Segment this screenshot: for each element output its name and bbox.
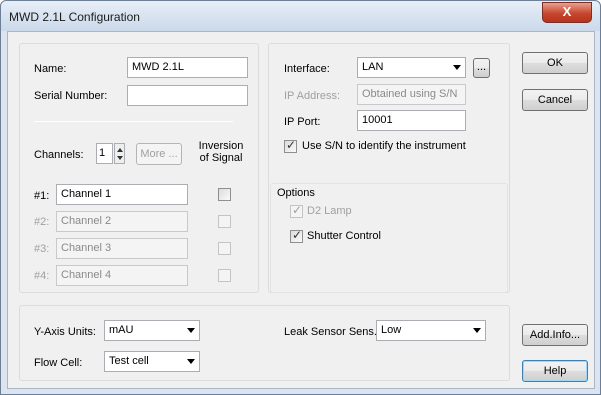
interface-dropdown[interactable]: LAN [357,57,466,78]
channel-1-inversion-checkbox[interactable] [218,188,231,201]
shutter-control-label: Shutter Control [307,230,381,242]
check-icon: ✓ [292,228,303,242]
window-title: MWD 2.1L Configuration [9,10,140,24]
y-axis-units-label: Y-Axis Units: [34,326,96,338]
y-axis-units-dropdown[interactable]: mAU [104,320,200,341]
more-channels-button[interactable]: More ... [136,143,182,165]
options-group: Options ✓ D2 Lamp ✓ Shutter Control [270,183,508,293]
d2-lamp-checkbox[interactable]: ✓ [290,203,303,218]
ip-address-label: IP Address: [284,90,341,102]
dialog-client-area: Name: MWD 2.1L Serial Number: Channels: … [7,31,595,389]
close-icon: X [562,4,572,19]
leak-sensor-dropdown[interactable]: Low [376,320,486,341]
close-button[interactable]: X [542,2,592,23]
name-field[interactable]: MWD 2.1L [127,57,248,78]
interface-browse-button[interactable]: ... [473,58,490,78]
channel-4-id: #4: [34,270,50,282]
channels-label: Channels: [34,149,84,161]
channel-2-field[interactable]: Channel 2 [56,211,188,232]
help-button[interactable]: Help [522,360,588,382]
options-group-label: Options [277,187,315,199]
d2-lamp-label: D2 Lamp [307,205,352,217]
use-sn-checkbox[interactable]: ✓ [284,138,297,153]
channel-1-id: #1: [34,190,50,202]
chevron-down-icon [473,328,481,333]
serial-number-field[interactable] [127,85,248,106]
ok-button[interactable]: OK [522,52,588,74]
dialog-window: MWD 2.1L Configuration X Name: MWD 2.1L … [0,0,601,395]
channel-1-field[interactable]: Channel 1 [56,184,188,205]
y-axis-units-value: mAU [109,324,134,336]
channels-count-field[interactable]: 1 [96,143,113,164]
title-bar[interactable]: MWD 2.1L Configuration X [1,1,600,31]
serial-number-label: Serial Number: [34,90,108,102]
ip-port-field[interactable]: 10001 [357,110,466,131]
inversion-label-line2: of Signal [199,152,243,164]
chevron-down-icon [453,65,461,70]
ip-address-field[interactable]: Obtained using S/N [357,84,466,105]
flow-cell-label: Flow Cell: [34,357,83,369]
shutter-control-checkbox[interactable]: ✓ [290,228,303,243]
channel-2-id: #2: [34,216,50,228]
channel-2-inversion-checkbox[interactable] [218,215,231,228]
spin-up-icon[interactable] [117,148,123,152]
chevron-down-icon [187,359,195,364]
channel-4-field[interactable]: Channel 4 [56,265,188,286]
instrument-group: Name: MWD 2.1L Serial Number: Channels: … [19,43,259,293]
chevron-down-icon [187,328,195,333]
flow-cell-value: Test cell [109,355,149,367]
leak-sensor-label: Leak Sensor Sens.: [284,326,381,338]
use-sn-label: Use S/N to identify the instrument [302,140,466,152]
inversion-label-line1: Inversion [198,140,244,152]
cancel-button[interactable]: Cancel [522,89,588,111]
check-icon: ✓ [286,138,297,152]
separator [34,121,233,122]
spin-down-icon[interactable] [117,156,123,160]
flow-cell-dropdown[interactable]: Test cell [104,351,200,372]
channel-3-inversion-checkbox[interactable] [218,242,231,255]
channel-3-field[interactable]: Channel 3 [56,238,188,259]
bottom-settings-group: Y-Axis Units: mAU Flow Cell: Test cell L… [19,305,510,381]
channels-spinner[interactable] [114,143,125,164]
channel-3-id: #3: [34,243,50,255]
add-info-button[interactable]: Add.Info... [522,324,588,346]
interface-label: Interface: [284,63,330,75]
leak-sensor-value: Low [381,324,402,336]
name-label: Name: [34,63,67,75]
ip-port-label: IP Port: [284,116,321,128]
check-icon: ✓ [292,203,303,217]
interface-value: LAN [362,61,384,73]
channel-4-inversion-checkbox[interactable] [218,269,231,282]
connection-group: Interface: LAN ... IP Address: Obtained … [268,43,510,293]
